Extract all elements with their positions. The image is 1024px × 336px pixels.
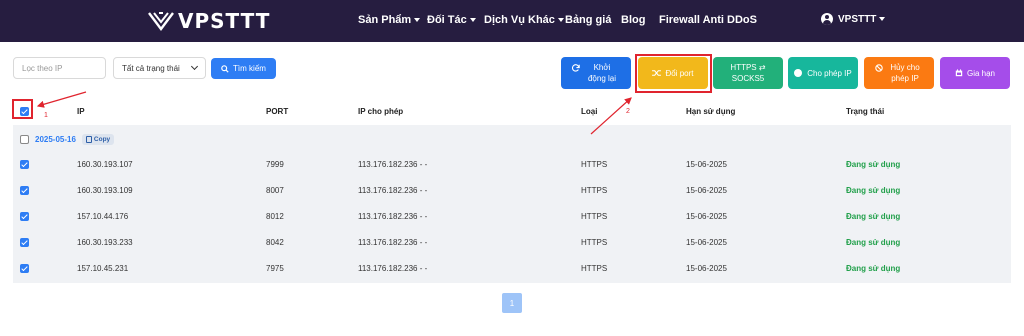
annotation-arrow-1: [36, 91, 87, 108]
annotation-label-2: 2: [626, 108, 630, 115]
annotation-arrows: [36, 91, 632, 135]
annotation-arrow-2: [590, 97, 632, 135]
annotation-label-1: 1: [44, 112, 48, 119]
pagination-page-button[interactable]: 1: [502, 293, 522, 313]
